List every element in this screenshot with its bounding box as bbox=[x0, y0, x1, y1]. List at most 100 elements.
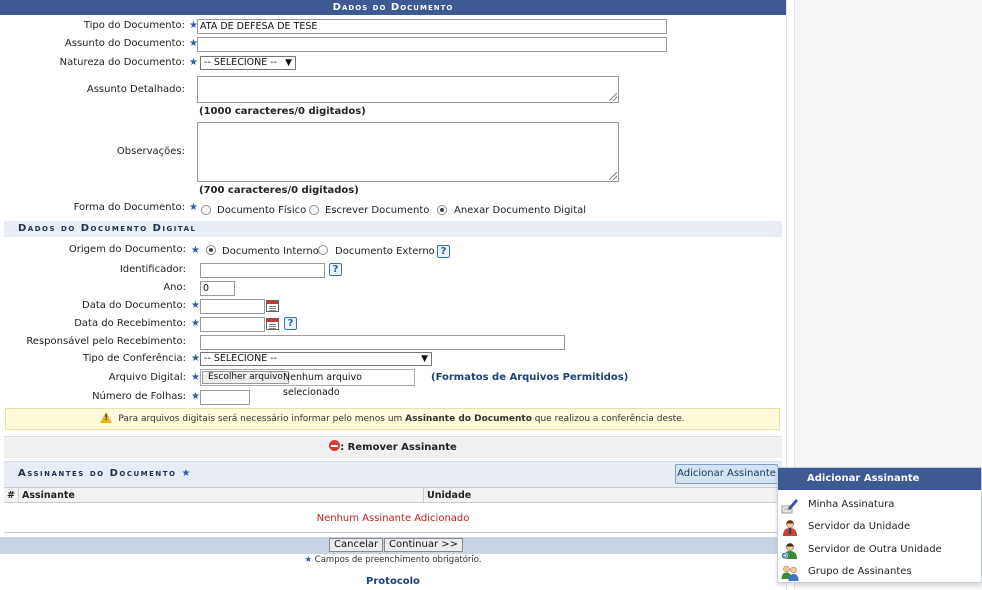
pen-icon bbox=[781, 499, 798, 514]
tipo-conferencia-select[interactable]: -- SELECIONE -- ▼ bbox=[200, 352, 432, 366]
formatos-permitidos-link[interactable]: (Formatos de Arquivos Permitidos) bbox=[431, 372, 628, 383]
radio-documento-externo-label: Documento Externo bbox=[335, 246, 435, 257]
section-title-dados-digital: Dados do Documento Digital bbox=[4, 221, 782, 237]
required-icon: ★ bbox=[191, 318, 200, 329]
assinantes-title: Assinantes do Documento ★ bbox=[18, 468, 190, 479]
page: Dados do Documento Tipo do Documento: ★ … bbox=[0, 0, 982, 590]
calendar-icon[interactable] bbox=[266, 300, 279, 312]
help-icon[interactable]: ? bbox=[437, 245, 450, 258]
warning-message: Para arquivos digitais será necessário i… bbox=[5, 408, 780, 430]
observacoes-counter: (700 caracteres/0 digitados) bbox=[199, 185, 359, 196]
menu-item-servidor-unidade[interactable]: Servidor da Unidade bbox=[778, 516, 981, 538]
dropdown-arrow-icon: ▼ bbox=[421, 354, 428, 364]
user-icon bbox=[783, 520, 797, 536]
data-documento-label: Data do Documento: bbox=[82, 300, 186, 311]
required-icon: ★ bbox=[191, 245, 200, 256]
forma-documento-label: Forma do Documento: bbox=[73, 202, 185, 213]
responsavel-recebimento-field[interactable] bbox=[200, 335, 565, 350]
assunto-documento-field[interactable] bbox=[197, 37, 667, 52]
calendar-icon[interactable] bbox=[266, 318, 279, 330]
escolher-arquivo-button[interactable]: Escolher arquivo bbox=[202, 371, 289, 384]
protocolo-link[interactable]: Protocolo bbox=[0, 576, 786, 587]
help-icon[interactable]: ? bbox=[329, 263, 342, 276]
warning-text-pre: Para arquivos digitais será necessário i… bbox=[118, 414, 406, 424]
warning-text-bold: Assinante do Documento bbox=[405, 414, 532, 424]
natureza-documento-label: Natureza do Documento: bbox=[59, 57, 185, 68]
tipo-documento-field[interactable]: ATA DE DEFESA DE TESE bbox=[197, 19, 667, 34]
natureza-documento-select[interactable]: -- SELECIONE -- ▼ bbox=[200, 56, 296, 70]
observacoes-label: Observações: bbox=[116, 146, 185, 157]
resize-grip-icon[interactable] bbox=[609, 93, 617, 101]
natureza-selected-value: -- SELECIONE -- bbox=[204, 57, 278, 68]
column-header-unidade: Unidade bbox=[423, 488, 768, 503]
responsavel-recebimento-label: Responsável pelo Recebimento: bbox=[26, 336, 186, 347]
required-icon: ★ bbox=[189, 57, 198, 68]
menu-item-minha-assinatura[interactable]: Minha Assinatura bbox=[778, 494, 981, 516]
remove-assinante-text: : Remover Assinante bbox=[340, 442, 457, 453]
radio-documento-interno[interactable] bbox=[206, 245, 216, 255]
menu-item-label: Minha Assinatura bbox=[808, 499, 895, 510]
tipo-documento-label: Tipo do Documento: bbox=[83, 20, 185, 31]
required-icon: ★ bbox=[189, 202, 198, 213]
radio-documento-externo[interactable] bbox=[318, 245, 328, 255]
arquivo-digital-input[interactable]: Escolher arquivo Nenhum arquivo selecion… bbox=[200, 369, 415, 398]
assunto-detalhado-textarea[interactable] bbox=[197, 76, 619, 103]
remove-icon bbox=[329, 440, 341, 451]
arquivo-status-text: Nenhum arquivo selecionado bbox=[283, 372, 362, 398]
continue-button[interactable]: Continuar >> bbox=[384, 538, 463, 552]
ano-field[interactable]: 0 bbox=[200, 281, 235, 296]
required-fields-note: ★ Campos de preenchimento obrigatório. bbox=[0, 555, 786, 565]
required-fields-note-text: Campos de preenchimento obrigatório. bbox=[314, 555, 482, 565]
adicionar-assinante-button[interactable]: Adicionar Assinante bbox=[675, 464, 778, 484]
numero-folhas-field[interactable] bbox=[200, 390, 250, 405]
menu-item-label: Servidor de Outra Unidade bbox=[808, 544, 942, 555]
identificador-field[interactable] bbox=[200, 263, 325, 278]
warning-text-post: que realizou a conferência deste. bbox=[531, 414, 685, 424]
data-recebimento-label: Data do Recebimento: bbox=[74, 318, 186, 329]
section-title-dados-documento: Dados do Documento bbox=[0, 0, 786, 15]
radio-documento-fisico[interactable] bbox=[201, 205, 211, 215]
assinantes-table-header: # Assinante Unidade bbox=[4, 487, 782, 503]
radio-anexar-documento-digital-label: Anexar Documento Digital bbox=[454, 205, 587, 216]
resize-grip-icon[interactable] bbox=[609, 172, 617, 180]
data-documento-field[interactable] bbox=[200, 299, 265, 314]
dropdown-arrow-icon: ▼ bbox=[285, 58, 292, 68]
required-icon: ★ bbox=[191, 353, 200, 364]
assinantes-header: Assinantes do Documento ★ Adicionar Assi… bbox=[4, 461, 782, 487]
radio-documento-interno-label: Documento Interno bbox=[222, 246, 319, 257]
required-icon: ★ bbox=[191, 391, 200, 402]
help-icon[interactable]: ? bbox=[284, 317, 297, 330]
numero-folhas-label: Número de Folhas: bbox=[92, 391, 186, 402]
group-icon bbox=[781, 565, 799, 581]
assinantes-empty-row: Nenhum Assinante Adicionado bbox=[4, 505, 782, 533]
identificador-label: Identificador: bbox=[119, 264, 186, 275]
menu-item-label: Servidor da Unidade bbox=[808, 521, 911, 532]
required-icon: ★ bbox=[191, 372, 200, 383]
column-header-assinante: Assinante bbox=[18, 488, 423, 503]
menu-item-grupo-assinantes[interactable]: Grupo de Assinantes bbox=[778, 561, 981, 583]
remove-assinante-legend: : Remover Assinante bbox=[4, 436, 782, 458]
data-recebimento-field[interactable] bbox=[200, 317, 265, 332]
required-icon: ★ bbox=[191, 300, 200, 311]
menu-title: Adicionar Assinante bbox=[778, 468, 981, 490]
radio-documento-fisico-label: Documento Físico bbox=[217, 205, 307, 216]
action-bar: Cancelar Continuar >> bbox=[0, 537, 786, 554]
column-header-index: # bbox=[7, 490, 15, 501]
menu-item-label: Grupo de Assinantes bbox=[808, 566, 912, 577]
adicionar-assinante-menu: Adicionar Assinante Minha Assinatura Ser… bbox=[777, 467, 982, 583]
radio-anexar-documento-digital[interactable] bbox=[437, 205, 447, 215]
user-other-icon bbox=[781, 543, 797, 559]
main-content: Dados do Documento Tipo do Documento: ★ … bbox=[0, 0, 786, 590]
origem-documento-label: Origem do Documento: bbox=[68, 244, 186, 255]
ano-label: Ano: bbox=[163, 282, 186, 293]
cancel-button[interactable]: Cancelar bbox=[329, 538, 384, 552]
assinantes-title-text: Assinantes do Documento bbox=[18, 468, 177, 479]
radio-escrever-documento[interactable] bbox=[309, 205, 319, 215]
menu-item-servidor-outra-unidade[interactable]: Servidor de Outra Unidade bbox=[778, 539, 981, 561]
observacoes-textarea[interactable] bbox=[197, 122, 619, 182]
required-icon: ★ bbox=[181, 468, 191, 479]
tipo-conferencia-label: Tipo de Conferência: bbox=[82, 353, 186, 364]
assunto-documento-label: Assunto do Documento: bbox=[64, 38, 185, 49]
tipo-conferencia-selected-value: -- SELECIONE -- bbox=[204, 353, 278, 364]
radio-escrever-documento-label: Escrever Documento bbox=[325, 205, 430, 216]
